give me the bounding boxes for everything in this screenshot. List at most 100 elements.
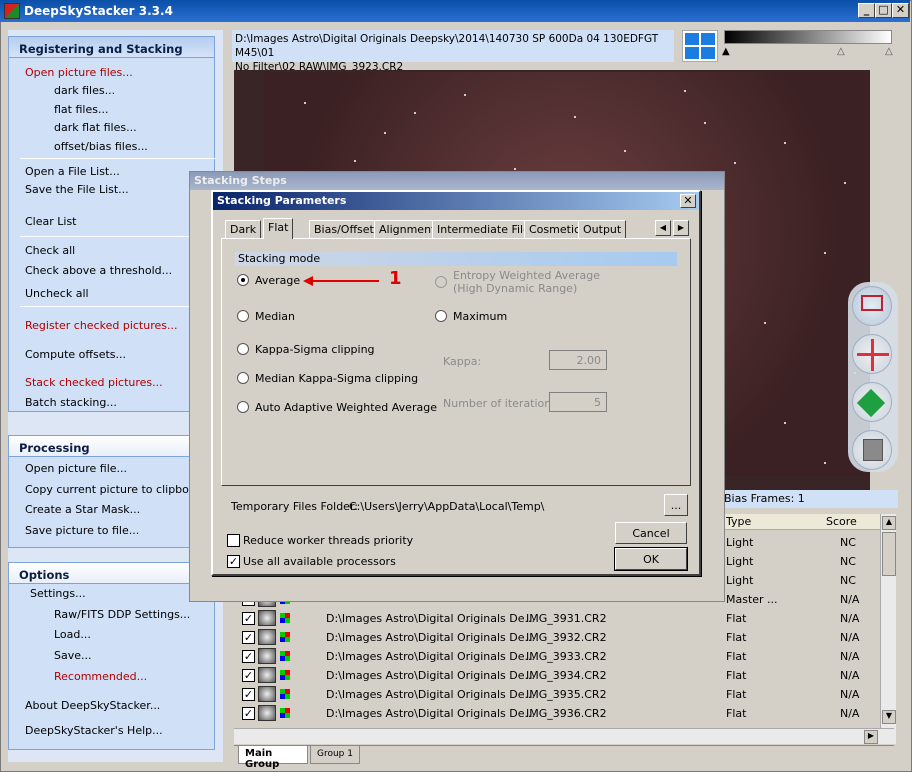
raw-fits-ddp-settings-link[interactable]: Raw/FITS DDP Settings...	[54, 608, 190, 621]
iterations-field[interactable]: 5	[549, 392, 607, 412]
stack-checked-link[interactable]: Stack checked pictures...	[25, 376, 163, 389]
bayer-icon	[280, 613, 290, 623]
table-row[interactable]: ✓ D:\Images Astro\Digital Originals De...…	[236, 685, 882, 704]
flat-files-link[interactable]: flat files...	[54, 103, 108, 116]
tab-scroll-right-icon[interactable]: ▶	[673, 220, 689, 236]
check-all-link[interactable]: Check all	[25, 244, 75, 257]
maximize-button[interactable]: □	[875, 3, 892, 18]
table-row[interactable]: ✓ D:\Images Astro\Digital Originals De...…	[236, 628, 882, 647]
white-point-handle[interactable]: △	[885, 46, 895, 60]
table-row[interactable]: ✓ D:\Images Astro\Digital Originals De...…	[236, 704, 882, 723]
scroll-thumb[interactable]	[882, 532, 896, 576]
median-radio[interactable]	[237, 310, 249, 322]
help-link[interactable]: DeepSkyStacker's Help...	[25, 724, 163, 737]
row-checkbox[interactable]: ✓	[242, 688, 255, 701]
clear-list-link[interactable]: Clear List	[25, 215, 77, 228]
copy-to-clipboard-link[interactable]: Copy current picture to clipboard	[25, 483, 207, 496]
row-type: Light	[726, 536, 754, 549]
black-point-handle[interactable]: ▲	[722, 46, 732, 60]
compute-offsets-link[interactable]: Compute offsets...	[25, 348, 126, 361]
use-all-processors-checkbox[interactable]: ✓	[227, 555, 240, 568]
row-type: Flat	[726, 688, 747, 701]
row-path: D:\Images Astro\Digital Originals De...	[326, 650, 536, 663]
save-picture-link[interactable]: Save picture to file...	[25, 524, 139, 537]
check-above-threshold-link[interactable]: Check above a threshold...	[25, 264, 172, 277]
cancel-button[interactable]: Cancel	[615, 522, 687, 544]
dark-files-link[interactable]: dark files...	[54, 84, 115, 97]
tab-group-1[interactable]: Group 1	[310, 746, 360, 764]
ok-button[interactable]: OK	[614, 547, 688, 571]
table-row[interactable]: ✓ D:\Images Astro\Digital Originals De...…	[236, 666, 882, 685]
minimize-button[interactable]: _	[858, 3, 875, 18]
settings-link[interactable]: Settings...	[30, 587, 86, 600]
entropy-radio[interactable]	[435, 276, 447, 288]
open-file-list-link[interactable]: Open a File List...	[25, 165, 120, 178]
stacking-mode-header: Stacking mode	[235, 252, 677, 266]
tab-cosmetic[interactable]: Cosmetic	[524, 220, 586, 238]
load-link[interactable]: Load...	[54, 628, 91, 641]
tab-scroll-left-icon[interactable]: ◀	[655, 220, 671, 236]
average-radio[interactable]	[237, 274, 249, 286]
window-title: DeepSkyStacker 3.3.4	[24, 4, 173, 18]
kappa-field[interactable]: 2.00	[549, 350, 607, 370]
row-file: IMG_3935.CR2	[526, 688, 607, 701]
save-edits-icon[interactable]	[852, 430, 892, 470]
dialog-close-icon[interactable]: ✕	[680, 194, 696, 208]
kappa-sigma-label: Kappa-Sigma clipping	[255, 343, 375, 356]
scroll-up-icon[interactable]: ▲	[882, 516, 896, 530]
table-row[interactable]: ✓ D:\Images Astro\Digital Originals De...…	[236, 609, 882, 628]
scroll-down-icon[interactable]: ▼	[882, 710, 896, 724]
dark-flat-files-link[interactable]: dark flat files...	[54, 121, 137, 134]
tab-dark[interactable]: Dark	[225, 220, 262, 238]
row-checkbox[interactable]: ✓	[242, 650, 255, 663]
median-label: Median	[255, 310, 296, 323]
tab-flat[interactable]: Flat	[263, 218, 294, 239]
maximum-radio[interactable]	[435, 310, 447, 322]
auto-adaptive-label: Auto Adaptive Weighted Average	[255, 401, 437, 414]
uncheck-all-link[interactable]: Uncheck all	[25, 287, 89, 300]
add-star-icon[interactable]	[852, 334, 892, 374]
tab-output[interactable]: Output	[578, 220, 627, 238]
create-star-mask-link[interactable]: Create a Star Mask...	[25, 503, 140, 516]
options-heading: Options	[8, 562, 215, 584]
mid-point-handle[interactable]: △	[837, 46, 847, 60]
title-bar: DeepSkyStacker 3.3.4 _ □ ✕	[0, 0, 910, 22]
auto-adaptive-radio[interactable]	[237, 401, 249, 413]
type-column-header[interactable]: Type	[726, 515, 751, 528]
register-checked-link[interactable]: Register checked pictures...	[25, 319, 178, 332]
table-vertical-scrollbar[interactable]: ▲ ▼	[880, 514, 896, 744]
row-path: D:\Images Astro\Digital Originals De...	[326, 631, 536, 644]
table-horizontal-scrollbar[interactable]: ▶	[234, 728, 894, 744]
scroll-right-icon[interactable]: ▶	[864, 730, 878, 744]
tab-alignment[interactable]: Alignment	[374, 220, 441, 238]
save-file-list-link[interactable]: Save the File List...	[25, 183, 129, 196]
table-row[interactable]: ✓ D:\Images Astro\Digital Originals De...…	[236, 647, 882, 666]
annotation-arrow-icon	[303, 276, 379, 286]
kappa-sigma-radio[interactable]	[237, 343, 249, 355]
tab-main-group[interactable]: Main Group	[238, 746, 308, 770]
close-button[interactable]: ✕	[892, 3, 909, 18]
grid-icon[interactable]	[682, 30, 718, 62]
row-type: Flat	[726, 669, 747, 682]
open-picture-files-link[interactable]: Open picture files...	[25, 66, 133, 79]
row-checkbox[interactable]: ✓	[242, 631, 255, 644]
offset-bias-files-link[interactable]: offset/bias files...	[54, 140, 148, 153]
browse-temp-folder-button[interactable]: ...	[664, 494, 688, 516]
select-rectangle-icon[interactable]	[852, 286, 892, 326]
row-score: N/A	[840, 707, 860, 720]
row-checkbox[interactable]: ✓	[242, 707, 255, 720]
reduce-threads-checkbox[interactable]	[227, 534, 240, 547]
open-picture-file-link[interactable]: Open picture file...	[25, 462, 127, 475]
median-kappa-sigma-radio[interactable]	[237, 372, 249, 384]
score-column-header[interactable]: Score	[826, 515, 857, 528]
comet-icon[interactable]	[852, 382, 892, 422]
row-checkbox[interactable]: ✓	[242, 612, 255, 625]
batch-stacking-link[interactable]: Batch stacking...	[25, 396, 117, 409]
about-link[interactable]: About DeepSkyStacker...	[25, 699, 160, 712]
processing-heading: Processing	[8, 435, 215, 457]
tab-bias-offset[interactable]: Bias/Offset	[309, 220, 379, 238]
median-kappa-sigma-label: Median Kappa-Sigma clipping	[255, 372, 419, 385]
save-link[interactable]: Save...	[54, 649, 92, 662]
recommended-link[interactable]: Recommended...	[54, 670, 147, 683]
row-checkbox[interactable]: ✓	[242, 669, 255, 682]
